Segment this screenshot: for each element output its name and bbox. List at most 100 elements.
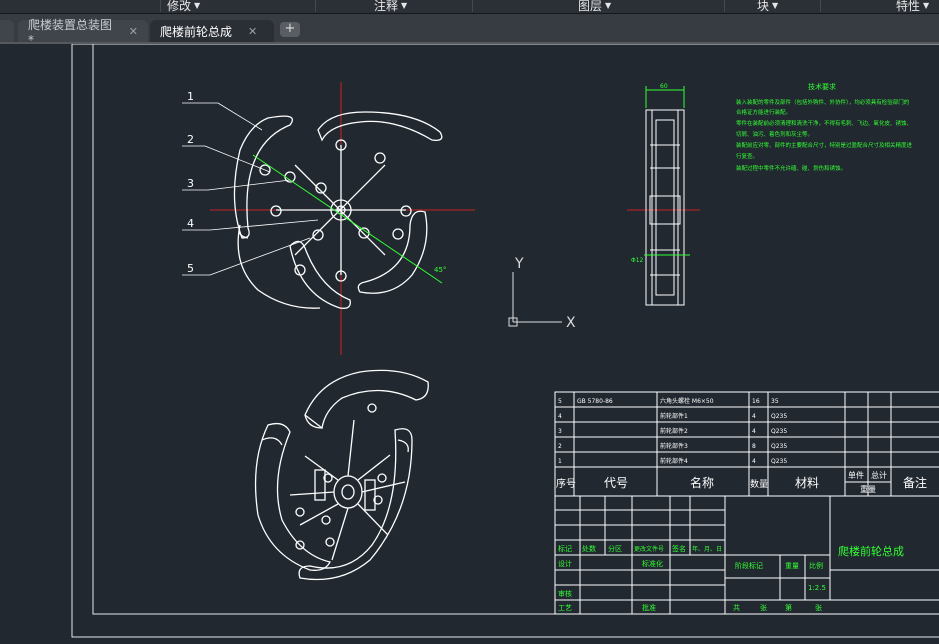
scale-value: 1:2.5 xyxy=(808,584,826,592)
label-approve: 批准 xyxy=(642,603,656,612)
label-design: 设计 xyxy=(558,559,572,568)
part-qty: 4 xyxy=(752,458,756,465)
tech-line: 行复查。 xyxy=(736,152,758,160)
header-remark: 备注 xyxy=(903,475,927,490)
part-qty: 8 xyxy=(752,443,756,450)
menu-annotate[interactable]: 注释 ▼ xyxy=(315,0,472,13)
close-icon[interactable]: ✕ xyxy=(129,25,138,38)
document-tab-bar: 爬楼装置总装图* ✕ 爬楼前轮总成 ✕ xyxy=(0,14,939,47)
drawing-frame xyxy=(92,44,939,615)
tab-front-wheel-assembly[interactable]: 爬楼前轮总成 ✕ xyxy=(150,20,274,42)
new-tab-button[interactable]: + xyxy=(280,22,300,37)
balloon-2: 2 xyxy=(187,133,194,146)
part-material: Q235 xyxy=(771,458,787,465)
chevron-down-icon: ▼ xyxy=(772,0,779,10)
part-no: 3 xyxy=(558,428,562,435)
part-name: 六角头螺栓 M6×50 xyxy=(660,397,714,405)
tech-line: 装配前应对零、部件的主要配合尺寸，特别是过盈配合尺寸及相关精度进 xyxy=(736,141,913,149)
part-qty: 4 xyxy=(752,428,756,435)
menu-modify[interactable]: 修改 ▼ xyxy=(160,0,315,13)
tech-line: 装配过程中零件不允许磕、碰、划伤和锈蚀。 xyxy=(736,164,846,172)
label-review: 审核 xyxy=(558,589,572,598)
menu-layers-label: 图层 xyxy=(578,0,603,13)
part-material: 35 xyxy=(771,398,779,405)
part-name: 前轮部件2 xyxy=(660,427,688,435)
front-view: 45° 1 2 3 4 5 xyxy=(182,82,475,355)
ucs-y-label: Y xyxy=(514,256,524,272)
menu-block-label: 块 xyxy=(757,0,770,13)
balloon-4: 4 xyxy=(187,217,194,230)
balloon-5: 5 xyxy=(187,262,194,275)
header-name: 名称 xyxy=(690,475,714,490)
ucs-icon: Y X xyxy=(508,256,576,331)
start-tab-stub[interactable] xyxy=(0,20,14,42)
close-icon[interactable]: ✕ xyxy=(248,25,257,38)
header-no: 序号 xyxy=(556,477,576,490)
bolt xyxy=(374,152,386,164)
label-mark: 标记 xyxy=(558,544,572,553)
header-weight: 重量 xyxy=(860,484,876,494)
part-no: 2 xyxy=(558,443,562,450)
label-count: 处数 xyxy=(582,544,596,553)
part-no: 1 xyxy=(558,458,562,465)
chevron-down-icon: ▼ xyxy=(923,0,930,10)
tech-line: 装入装配的零件及部件（包括外购件、外协件），均必须具有检验部门的 xyxy=(736,98,910,106)
part-no: 5 xyxy=(558,398,562,405)
title-block xyxy=(554,391,939,615)
label-process: 工艺 xyxy=(558,604,572,612)
menu-modify-label: 修改 xyxy=(167,0,192,13)
sheet-page: 第 xyxy=(785,603,792,612)
section-diameter-dimension: Φ12 xyxy=(631,257,644,264)
bolt xyxy=(400,205,412,217)
wheel-segment xyxy=(357,210,428,294)
tab-assembly-drawing[interactable]: 爬楼装置总装图* ✕ xyxy=(18,18,148,47)
chevron-down-icon: ▼ xyxy=(401,0,408,10)
header-single: 单件 xyxy=(848,470,864,480)
part-qty: 16 xyxy=(752,398,760,405)
label-sign: 签名 xyxy=(672,544,686,553)
sheet-total: 共 xyxy=(733,603,740,612)
header-material: 材料 xyxy=(795,476,819,490)
menu-block[interactable]: 块 ▼ xyxy=(724,0,820,13)
drawing-name: 爬楼前轮总成 xyxy=(838,544,904,558)
sheet-zhang2: 张 xyxy=(815,603,822,612)
balloon-1: 1 xyxy=(187,90,194,103)
sheet-zhang: 张 xyxy=(760,603,767,612)
label-scale: 比例 xyxy=(809,561,823,570)
angle-dimension-text: 45° xyxy=(434,266,446,274)
tab-label: 爬楼前轮总成 xyxy=(160,24,233,39)
part-name: 前轮部件3 xyxy=(660,442,688,450)
part-name: 前轮部件1 xyxy=(660,412,688,420)
label-zone: 分区 xyxy=(608,544,622,553)
isometric-view xyxy=(254,369,429,581)
wheel-rim-arc xyxy=(237,224,321,309)
label-standard: 标准化 xyxy=(642,559,663,568)
part-material: Q235 xyxy=(771,428,787,435)
ucs-x-label: X xyxy=(566,315,576,331)
wheel-segment xyxy=(233,115,294,239)
drawing-canvas[interactable]: 45° 1 2 3 4 5 Y X 60 Φ12 技术要求 装入装配的零件及部件… xyxy=(0,44,939,644)
header-code: 代号 xyxy=(604,476,628,490)
label-weight: 重量 xyxy=(785,562,799,570)
part-name: 前轮部件4 xyxy=(660,457,688,465)
technical-requirements: 技术要求 装入装配的零件及部件（包括外购件、外协件），均必须具有检验部门的 合格… xyxy=(736,82,913,172)
tech-title: 技术要求 xyxy=(808,82,836,91)
side-view: 60 Φ12 xyxy=(627,83,700,306)
part-qty: 4 xyxy=(752,413,756,420)
bolt xyxy=(270,205,282,217)
tab-label: 爬楼装置总装图* xyxy=(28,17,113,47)
label-date: 年、月、日 xyxy=(692,545,722,553)
header-total: 总计 xyxy=(871,470,887,480)
chevron-down-icon: ▼ xyxy=(605,0,612,10)
wheel-segment xyxy=(317,111,443,142)
menu-properties[interactable]: 特性 ▼ xyxy=(820,0,939,13)
chevron-down-icon: ▼ xyxy=(194,0,201,10)
part-material: Q235 xyxy=(771,443,787,450)
header-qty: 数量 xyxy=(750,478,768,490)
bolt xyxy=(392,228,404,240)
part-code: GB 5780-86 xyxy=(577,398,613,405)
balloon-3: 3 xyxy=(187,177,194,190)
menu-layers[interactable]: 图层 ▼ xyxy=(472,0,724,13)
label-doc: 更改文件号 xyxy=(634,545,664,553)
tech-line: 零件在装配前必须清理和清洗干净，不得有毛刺、飞边、氧化皮、锈蚀、 xyxy=(736,119,912,127)
